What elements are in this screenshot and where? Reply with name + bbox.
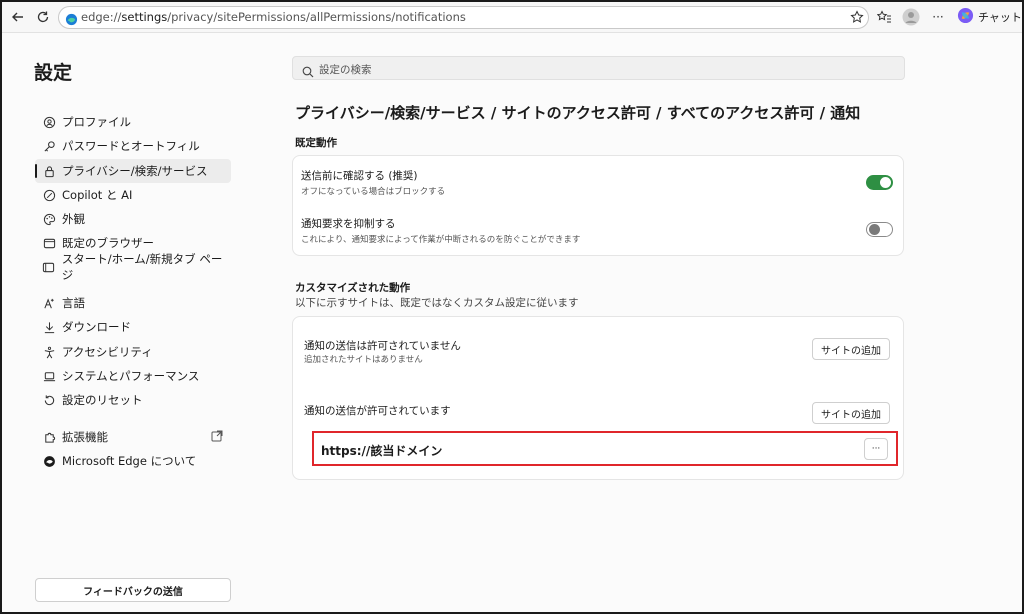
chat-label: チャット xyxy=(978,11,1022,24)
allowed-site-row: https://該当ドメイン ··· xyxy=(312,431,898,466)
sidebar-item-label: パスワードとオートフィル xyxy=(62,139,200,153)
sidebar-item-label: Copilot と AI xyxy=(62,188,133,202)
breadcrumb: プライバシー/検索/サービス / サイトのアクセス許可 / すべてのアクセス許可… xyxy=(295,104,861,122)
reset-icon xyxy=(42,393,56,407)
sidebar-item-copilot[interactable]: Copilot と AI xyxy=(35,183,231,207)
ask-before-sending-toggle[interactable] xyxy=(866,175,893,190)
feedback-button[interactable]: フィードバックの送信 xyxy=(35,578,231,602)
main-content: 設定の検索 プライバシー/検索/サービス / サイトのアクセス許可 / すべての… xyxy=(254,33,1022,612)
sidebar-item-label: システムとパフォーマンス xyxy=(62,369,200,383)
quiet-requests-title: 通知要求を抑制する xyxy=(301,218,396,230)
browser-icon xyxy=(42,236,56,250)
custom-behavior-subtitle: 以下に示すサイトは、既定ではなくカスタム設定に従います xyxy=(295,297,579,309)
add-blocked-site-button[interactable]: サイトの追加 xyxy=(812,338,890,360)
quiet-requests-desc: これにより、通知要求によって作業が中断されるのを防ぐことができます xyxy=(301,235,581,245)
sidebar-item-profile[interactable]: プロファイル xyxy=(35,110,231,134)
avatar[interactable] xyxy=(901,7,921,27)
edge-logo-icon xyxy=(65,11,78,30)
download-icon xyxy=(42,320,56,334)
browser-window: edge://settings/privacy/sitePermissions/… xyxy=(0,0,1024,614)
sidebar-item-start-home[interactable]: スタート/ホーム/新規タブ ページ xyxy=(35,252,231,282)
sidebar-item-label: Microsoft Edge について xyxy=(62,454,197,468)
default-behavior-card: 送信前に確認する (推奨) オフになっている場合はブロックする 通知要求を抑制す… xyxy=(292,155,904,256)
sidebar-item-label: プロファイル xyxy=(62,115,131,129)
key-icon xyxy=(42,139,56,153)
accessibility-icon xyxy=(42,345,56,359)
sidebar-item-label: アクセシビリティ xyxy=(62,345,153,359)
sidebar-item-downloads[interactable]: ダウンロード xyxy=(35,315,231,339)
puzzle-icon xyxy=(42,430,56,444)
site-domain: https://該当ドメイン xyxy=(321,444,443,458)
browser-toolbar: edge://settings/privacy/sitePermissions/… xyxy=(2,2,1022,33)
blocked-section-title: 通知の送信は許可されていません xyxy=(304,340,461,352)
sidebar-item-passwords[interactable]: パスワードとオートフィル xyxy=(35,134,231,158)
chat-button[interactable]: チャット xyxy=(957,7,1022,27)
ask-before-sending-desc: オフになっている場合はブロックする xyxy=(301,187,446,197)
favorites-list-icon[interactable] xyxy=(874,7,894,27)
sidebar-item-privacy[interactable]: プライバシー/検索/サービス xyxy=(35,159,231,183)
laptop-icon xyxy=(42,369,56,383)
sidebar-item-label: ダウンロード xyxy=(62,320,131,334)
sidebar-item-accessibility[interactable]: アクセシビリティ xyxy=(35,340,231,364)
default-behavior-title: 既定動作 xyxy=(295,137,337,149)
search-icon xyxy=(302,63,314,82)
edge-icon xyxy=(42,454,56,468)
language-icon xyxy=(42,296,56,310)
site-more-button[interactable]: ··· xyxy=(864,438,888,460)
sidebar-item-label: スタート/ホーム/新規タブ ページ xyxy=(61,252,223,282)
copilot-logo-icon xyxy=(957,7,974,27)
custom-behavior-card: 通知の送信は許可されていません 追加されたサイトはありません サイトの追加 通知… xyxy=(292,316,904,480)
url-text: edge://settings/privacy/sitePermissions/… xyxy=(81,10,466,24)
settings-sidebar: 設定 プロファイル パスワードとオートフィル プライバシー/検索/サービス Co… xyxy=(2,33,254,612)
sidebar-title: 設定 xyxy=(34,62,73,84)
sidebar-item-languages[interactable]: 言語 xyxy=(35,291,231,315)
sidebar-item-extensions[interactable]: 拡張機能 xyxy=(35,425,231,449)
refresh-icon[interactable] xyxy=(33,7,53,27)
quiet-requests-toggle[interactable] xyxy=(866,222,893,237)
more-menu-icon[interactable]: ··· xyxy=(928,7,948,27)
sidebar-item-label: 設定のリセット xyxy=(62,393,143,407)
external-link-icon xyxy=(211,430,223,445)
address-bar[interactable]: edge://settings/privacy/sitePermissions/… xyxy=(58,6,869,29)
sidebar-item-system[interactable]: システムとパフォーマンス xyxy=(35,364,231,388)
sidebar-item-label: 拡張機能 xyxy=(62,430,108,444)
sidebar-item-label: プライバシー/検索/サービス xyxy=(62,164,208,178)
palette-icon xyxy=(42,212,56,226)
sidebar-item-about[interactable]: Microsoft Edge について xyxy=(35,449,231,473)
allowed-section-title: 通知の送信が許可されています xyxy=(304,405,451,417)
sidebar-item-label: 既定のブラウザー xyxy=(62,236,154,250)
home-icon xyxy=(42,260,56,274)
profile-icon xyxy=(42,115,56,129)
sidebar-item-appearance[interactable]: 外観 xyxy=(35,207,231,231)
ask-before-sending-title: 送信前に確認する (推奨) xyxy=(301,170,418,182)
lock-icon xyxy=(42,164,56,178)
copilot-icon xyxy=(42,188,56,202)
custom-behavior-title: カスタマイズされた動作 xyxy=(295,282,411,294)
sidebar-item-reset[interactable]: 設定のリセット xyxy=(35,388,231,412)
favorite-star-icon[interactable] xyxy=(847,7,867,27)
sidebar-item-label: 言語 xyxy=(62,296,85,310)
search-placeholder: 設定の検索 xyxy=(319,64,372,76)
sidebar-item-label: 外観 xyxy=(62,212,85,226)
blocked-section-desc: 追加されたサイトはありません xyxy=(304,355,423,365)
back-icon[interactable] xyxy=(8,7,28,27)
add-allowed-site-button[interactable]: サイトの追加 xyxy=(812,402,890,424)
search-input[interactable]: 設定の検索 xyxy=(292,56,905,80)
